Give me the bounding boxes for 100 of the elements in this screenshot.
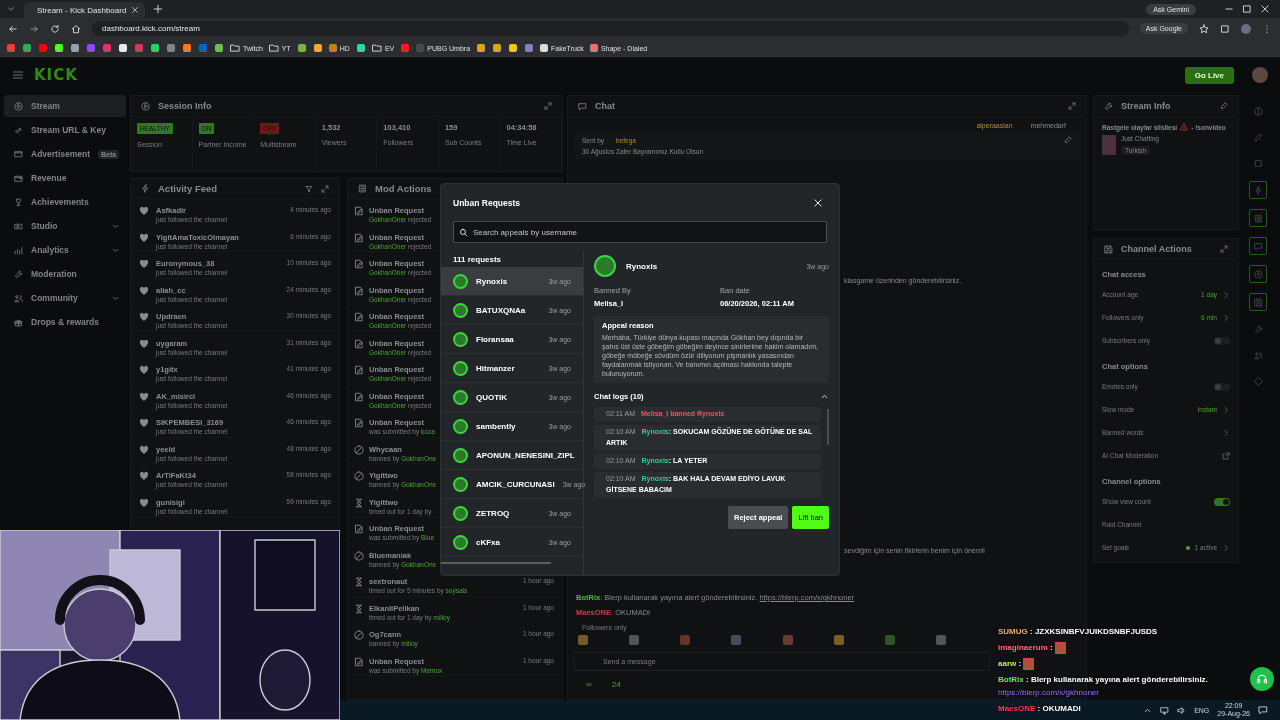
star-icon[interactable] bbox=[1199, 23, 1209, 34]
scrollbar[interactable] bbox=[441, 562, 551, 564]
overlay-chat-message: aarw : bbox=[998, 657, 1035, 670]
bookmark-icon[interactable] bbox=[55, 44, 63, 53]
user-avatar bbox=[453, 302, 468, 318]
pencil-icon[interactable] bbox=[1220, 102, 1228, 110]
bookmark-icon[interactable] bbox=[509, 44, 518, 53]
nav-item[interactable]: Drops & rewards bbox=[4, 311, 126, 333]
bookmark-icon[interactable] bbox=[183, 44, 191, 53]
emote-icon[interactable] bbox=[833, 635, 844, 645]
nav-item[interactable]: Community bbox=[4, 287, 126, 309]
overlay-chat-message: imaginaerum : bbox=[998, 641, 1066, 654]
nav-label: Achievements bbox=[31, 197, 89, 207]
category-thumbnail bbox=[1102, 135, 1116, 155]
nav-item[interactable]: Studio bbox=[4, 215, 126, 237]
request-count: 111 requests bbox=[452, 254, 503, 266]
heart-icon bbox=[139, 418, 149, 428]
emote-icon[interactable] bbox=[731, 635, 742, 645]
kick-logo[interactable]: KICK bbox=[34, 66, 78, 84]
expand-icon[interactable] bbox=[321, 184, 329, 193]
maximize-icon[interactable] bbox=[1242, 4, 1252, 14]
close-icon[interactable] bbox=[131, 6, 140, 14]
nav-item[interactable]: Stream URL & Key bbox=[4, 119, 126, 141]
pin-icon[interactable] bbox=[1064, 136, 1072, 144]
menu-icon[interactable] bbox=[12, 69, 24, 81]
nav-label: Stream bbox=[31, 101, 60, 111]
heart-icon bbox=[139, 391, 149, 402]
search-field[interactable]: Search appeals by username bbox=[453, 221, 827, 243]
reload-icon[interactable] bbox=[50, 23, 60, 34]
folder-icon bbox=[268, 43, 279, 54]
diamond-icon bbox=[1253, 376, 1263, 386]
bookmark-icon[interactable] bbox=[477, 44, 486, 53]
profile-avatar[interactable] bbox=[1241, 23, 1251, 34]
ban-icon bbox=[354, 471, 364, 481]
notification-icon[interactable] bbox=[1258, 705, 1268, 715]
bolt-icon bbox=[141, 184, 150, 193]
expand-icon[interactable] bbox=[544, 102, 552, 110]
sidebar-button[interactable] bbox=[1249, 209, 1267, 227]
address-bar[interactable]: dashboard.kick.com/stream bbox=[92, 21, 1129, 37]
sidebar-button[interactable] bbox=[1249, 265, 1267, 283]
toggle-switch[interactable] bbox=[1214, 336, 1230, 345]
sidebar-button[interactable] bbox=[1249, 237, 1267, 255]
heart-icon bbox=[139, 259, 149, 269]
bookmark-icon[interactable] bbox=[215, 44, 223, 53]
heart-icon bbox=[139, 338, 149, 349]
list-icon bbox=[358, 184, 367, 193]
panel-title: Channel Actions bbox=[1121, 244, 1192, 254]
user-avatar[interactable] bbox=[1252, 67, 1268, 83]
expand-icon[interactable] bbox=[1068, 102, 1076, 110]
forward-icon[interactable] bbox=[29, 23, 39, 34]
nav-item[interactable]: Analytics bbox=[4, 239, 126, 261]
bookmark-icon[interactable] bbox=[297, 44, 306, 53]
filter-icon[interactable] bbox=[305, 184, 313, 193]
plus-icon[interactable] bbox=[153, 4, 163, 14]
document-edit-icon bbox=[354, 338, 364, 349]
hourglass-icon bbox=[354, 603, 364, 614]
close-icon[interactable] bbox=[1260, 4, 1270, 14]
emote-icon[interactable] bbox=[782, 635, 793, 645]
emote-icon[interactable] bbox=[884, 635, 895, 645]
nav-item[interactable]: Achievements bbox=[4, 191, 126, 213]
nav-item[interactable]: Moderation bbox=[4, 263, 126, 285]
scrollbar[interactable] bbox=[827, 409, 829, 446]
bookmark-icon[interactable] bbox=[71, 44, 79, 53]
bookmark-icon[interactable] bbox=[493, 44, 502, 53]
emote-icon[interactable] bbox=[578, 635, 588, 645]
home-icon[interactable] bbox=[71, 23, 81, 34]
panel-title: Activity Feed bbox=[158, 183, 218, 194]
go-live-button[interactable]: Go Live bbox=[1184, 66, 1234, 84]
list-icon bbox=[1253, 213, 1263, 223]
headset-button[interactable] bbox=[1250, 667, 1274, 691]
dialog-title: Unban Requests bbox=[453, 198, 521, 208]
chart-icon bbox=[14, 245, 23, 255]
browser-tab[interactable]: Stream - Kick Dashboard bbox=[24, 2, 145, 18]
emote-icon[interactable] bbox=[936, 635, 946, 645]
speaker-icon[interactable] bbox=[1177, 705, 1187, 715]
back-icon[interactable] bbox=[8, 23, 18, 34]
external-link-icon[interactable] bbox=[1222, 451, 1230, 460]
bookmark-icon[interactable] bbox=[151, 44, 159, 53]
toggle-switch[interactable] bbox=[1214, 497, 1230, 506]
nav-item[interactable]: Stream bbox=[4, 95, 126, 117]
toggle-switch[interactable] bbox=[1214, 382, 1230, 391]
caret-icon[interactable] bbox=[6, 4, 16, 14]
expand-icon[interactable] bbox=[1220, 245, 1228, 253]
emote-icon[interactable] bbox=[680, 635, 691, 645]
sidebar-button[interactable] bbox=[1249, 293, 1267, 311]
bookmark-icon[interactable] bbox=[313, 44, 322, 53]
monitor-icon[interactable] bbox=[1160, 705, 1170, 715]
user-avatar bbox=[453, 273, 468, 289]
sidebar-button[interactable] bbox=[1249, 181, 1267, 199]
target-icon bbox=[1253, 269, 1263, 279]
emote-icon[interactable] bbox=[629, 635, 640, 645]
nav-label: Revenue bbox=[31, 173, 67, 183]
document-edit-icon bbox=[354, 656, 364, 667]
request-item[interactable]: APONUN_NENESINI_ZIPL bbox=[441, 441, 583, 470]
nav-item[interactable]: Revenue bbox=[4, 167, 126, 189]
bookmark-icon[interactable] bbox=[119, 44, 127, 53]
document-edit-icon bbox=[354, 232, 364, 243]
panel-title: Session Info bbox=[158, 101, 212, 111]
bookmark-icon[interactable] bbox=[356, 44, 365, 53]
trophy-icon bbox=[14, 197, 23, 207]
